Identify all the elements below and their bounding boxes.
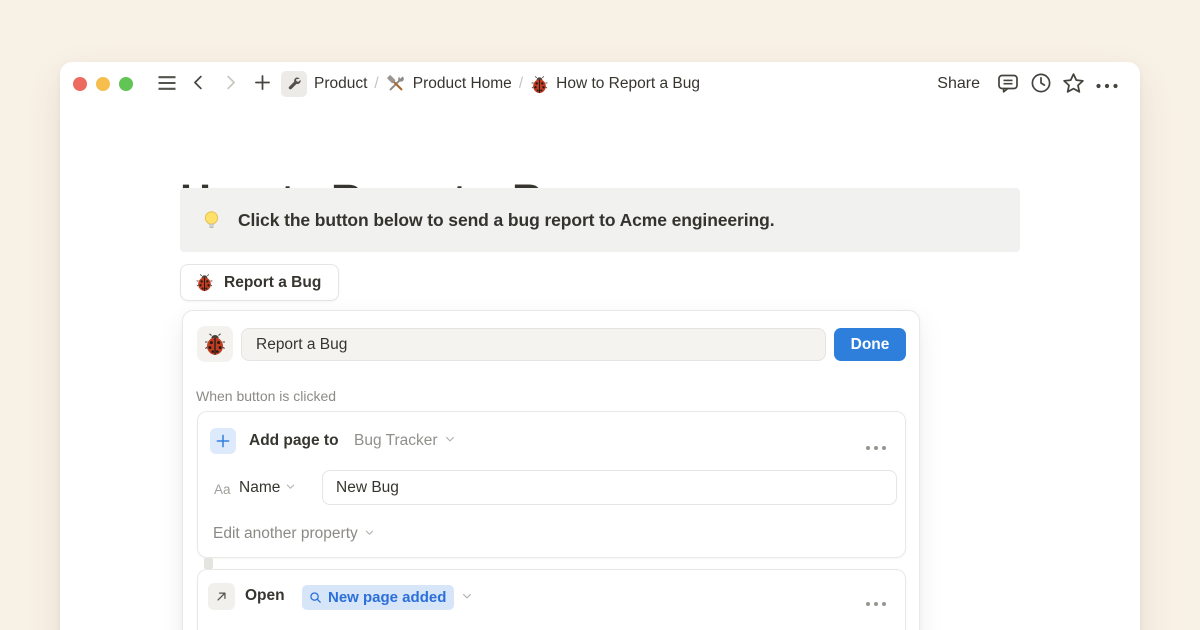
ellipsis-icon [865,439,887,454]
app-window: Product / Product Home / [60,62,1140,630]
breadcrumb-label: Product [314,75,367,93]
search-icon [308,590,323,605]
chevron-down-icon [364,525,375,543]
ellipsis-icon [865,595,887,610]
ladybug-icon [203,332,227,356]
clock-icon [1029,71,1053,98]
zoom-window-button[interactable] [119,77,133,91]
report-bug-button-label: Report a Bug [224,274,321,292]
step-options-button[interactable] [861,591,891,614]
open-target-label: New page added [328,589,446,606]
new-page-button[interactable] [249,71,276,98]
breadcrumb: Product / Product Home / [281,71,700,97]
trigger-label: When button is clicked [196,388,336,404]
chevron-down-icon [285,479,296,497]
done-button[interactable]: Done [834,328,906,361]
minimize-window-button[interactable] [96,77,110,91]
step-connector [204,558,213,569]
share-button[interactable]: Share [929,71,988,97]
hamburger-icon [155,71,179,98]
star-icon [1061,71,1086,99]
button-name-input[interactable] [241,328,826,361]
property-select[interactable]: Name [239,479,296,497]
open-target-group: New page added [302,585,473,610]
chevron-down-icon [444,432,456,450]
callout-text: Click the button below to send a bug rep… [238,210,774,231]
button-icon-picker[interactable] [197,326,233,362]
chevron-left-icon [189,73,208,95]
updates-button[interactable] [1027,71,1054,98]
step-options-button[interactable] [861,435,891,458]
wrench-icon [281,71,307,97]
hammer-wrench-icon [386,74,406,94]
ladybug-icon [195,273,214,292]
breadcrumb-separator: / [519,75,523,93]
comment-icon [996,71,1020,98]
breadcrumb-item-product[interactable]: Product [281,71,367,97]
window-controls [73,77,133,91]
more-options-button[interactable] [1093,71,1120,98]
step-action-label: Add page to [249,432,339,450]
desktop-background: Product / Product Home / [0,0,1200,630]
callout-block: Click the button below to send a bug rep… [180,188,1020,252]
chevron-down-icon [461,589,473,607]
back-button[interactable] [185,71,212,98]
comments-button[interactable] [994,71,1021,98]
property-value-input[interactable] [322,470,897,505]
close-window-button[interactable] [73,77,87,91]
window-topbar: Product / Product Home / [60,62,1140,106]
database-select[interactable]: Bug Tracker [354,432,456,450]
button-config-popover: Done When button is clicked Add page to … [182,310,920,630]
plus-icon [252,72,273,96]
database-select-value: Bug Tracker [354,432,438,450]
ladybug-icon [530,75,549,94]
breadcrumb-label: How to Report a Bug [556,75,700,93]
favorite-button[interactable] [1060,71,1087,98]
ellipsis-icon [1095,77,1119,92]
add-plus-icon [210,428,236,454]
forward-button[interactable] [217,71,244,98]
report-bug-button[interactable]: Report a Bug [180,264,339,301]
breadcrumb-item-product-home[interactable]: Product Home [386,74,512,94]
arrow-up-right-icon [208,583,235,610]
lightbulb-icon [200,209,223,232]
open-target-pill[interactable]: New page added [302,585,454,610]
edit-another-property-label: Edit another property [213,525,358,543]
step-action-label: Open [245,587,285,605]
step-card-open-page: Open New page added [197,569,906,630]
sidebar-toggle-button[interactable] [153,71,180,98]
property-select-value: Name [239,479,280,497]
breadcrumb-separator: / [374,75,378,93]
step-card-add-page: Add page to Bug Tracker Aa Name [197,411,906,558]
chevron-right-icon [221,73,240,95]
topbar-actions: Share [929,71,1120,98]
edit-another-property-button[interactable]: Edit another property [213,525,375,543]
breadcrumb-label: Product Home [413,75,512,93]
breadcrumb-item-current-page[interactable]: How to Report a Bug [530,75,700,94]
text-property-icon: Aa [214,482,231,497]
